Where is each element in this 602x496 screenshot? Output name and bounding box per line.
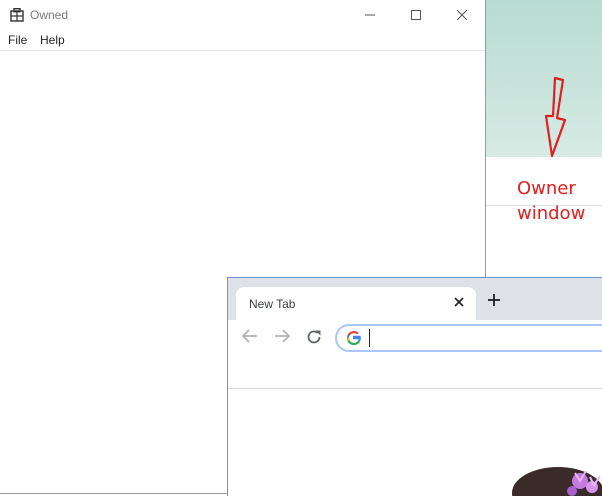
forward-arrow-icon[interactable]	[273, 328, 291, 344]
maximize-button[interactable]	[393, 0, 439, 30]
google-g-icon	[347, 331, 361, 345]
menu-help[interactable]: Help	[40, 33, 65, 47]
minimize-icon	[365, 14, 375, 16]
owner-window-annotation: Owner window	[517, 176, 597, 226]
new-tab-plus-icon[interactable]	[487, 293, 501, 307]
owner-label-line2: window	[517, 203, 586, 224]
close-button[interactable]	[439, 0, 485, 30]
browser-window: New Tab	[227, 277, 602, 496]
doodle-image	[512, 467, 602, 496]
close-icon	[457, 10, 467, 20]
annotation-arrow-down-icon	[544, 76, 567, 158]
app-icon	[10, 8, 24, 22]
omnibox-input[interactable]	[369, 329, 602, 347]
tab-strip[interactable]: New Tab	[228, 278, 602, 321]
reload-icon[interactable]	[305, 328, 323, 346]
owned-window-titlebar[interactable]: Owned	[0, 0, 485, 30]
menu-file[interactable]: File	[8, 33, 27, 47]
back-arrow-icon[interactable]	[241, 328, 259, 344]
tab-title: New Tab	[249, 297, 296, 311]
tab-new-tab[interactable]: New Tab	[236, 287, 476, 321]
tab-close-icon[interactable]	[453, 296, 465, 308]
address-bar[interactable]	[335, 324, 602, 352]
maximize-icon	[411, 10, 421, 20]
window-title: Owned	[30, 8, 69, 22]
menu-bar: File Help	[0, 30, 485, 51]
bookmark-bar	[228, 358, 602, 389]
owner-label-line1: Owner	[517, 178, 576, 199]
minimize-button[interactable]	[347, 0, 393, 30]
